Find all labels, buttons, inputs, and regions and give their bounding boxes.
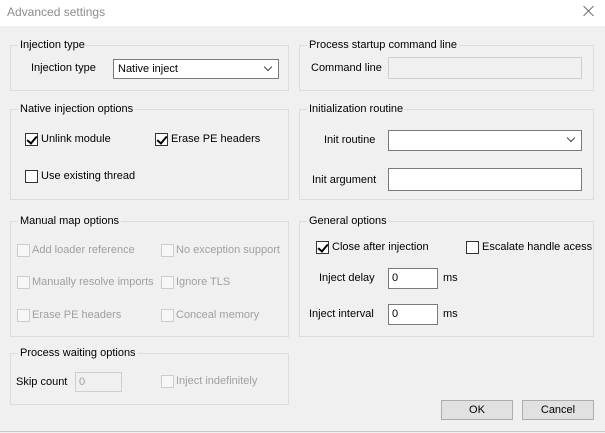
ignore-tls-checkbox[interactable] [161,276,174,289]
ignore-tls-label[interactable]: Ignore TLS [176,276,230,288]
process-waiting-legend: Process waiting options [18,347,138,359]
inject-delay-input[interactable]: 0 [388,268,438,289]
startup-cmd-group: Process startup command line Command lin… [299,39,594,91]
general-options-legend: General options [307,215,389,227]
injection-type-group: Injection type Injection type Native inj… [10,39,289,91]
erase-pe-headers-checkbox[interactable] [155,133,168,146]
command-line-input[interactable] [388,57,582,79]
chevron-down-icon [566,133,576,143]
manually-resolve-imports-checkbox[interactable] [17,276,30,289]
init-argument-input[interactable] [388,168,582,191]
skip-count-input[interactable]: 0 [75,372,122,392]
conceal-memory-checkbox[interactable] [161,309,174,322]
injection-type-value: Native inject [118,63,178,75]
process-waiting-group: Process waiting options Skip count 0 Inj… [10,347,289,405]
unlink-module-checkbox[interactable] [25,133,38,146]
general-options-group: General options Close after injection Es… [299,215,594,337]
injection-type-select[interactable]: Native inject [113,59,279,79]
inject-delay-unit: ms [443,272,458,284]
inject-delay-label: Inject delay [319,272,375,284]
init-argument-label: Init argument [312,174,377,186]
command-line-label: Command line [311,62,382,74]
native-injection-legend: Native injection options [18,103,136,115]
close-icon[interactable] [581,3,597,19]
divider [0,431,605,432]
escalate-handle-access-checkbox[interactable] [466,241,479,254]
inject-interval-value: 0 [392,308,399,320]
use-existing-thread-label[interactable]: Use existing thread [41,170,135,182]
mm-erase-pe-headers-label[interactable]: Erase PE headers [32,309,121,321]
init-routine-label: Init routine [324,134,376,146]
inject-indefinitely-checkbox[interactable] [161,375,174,388]
init-routine-select[interactable] [388,130,582,151]
injection-type-label: Injection type [31,62,96,74]
add-loader-reference-checkbox[interactable] [17,244,30,257]
skip-count-value: 0 [79,376,86,388]
unlink-module-label[interactable]: Unlink module [41,133,111,145]
add-loader-reference-label[interactable]: Add loader reference [32,244,135,256]
ok-button[interactable]: OK [441,400,513,420]
init-routine-legend: Initialization routine [307,103,406,115]
erase-pe-headers-label[interactable]: Erase PE headers [171,133,260,145]
init-routine-group: Initialization routine Init routine Init… [299,103,594,200]
manually-resolve-imports-label[interactable]: Manually resolve imports [32,276,154,288]
cancel-button[interactable]: Cancel [522,400,594,420]
window-title: Advanced settings [7,5,106,19]
inject-interval-label: Inject interval [309,308,374,320]
escalate-handle-access-label[interactable]: Escalate handle acess [482,241,592,253]
injection-type-legend: Injection type [18,39,87,51]
inject-delay-value: 0 [392,272,399,284]
inject-interval-input[interactable]: 0 [388,304,438,325]
no-exception-support-checkbox[interactable] [161,244,174,257]
use-existing-thread-checkbox[interactable] [25,170,38,183]
chevron-down-icon [263,62,273,72]
title-bar: Advanced settings [0,0,605,26]
conceal-memory-label[interactable]: Conceal memory [176,309,259,321]
native-injection-group: Native injection options Unlink module E… [10,103,289,200]
inject-interval-unit: ms [443,308,458,320]
close-after-injection-label[interactable]: Close after injection [332,241,429,253]
manual-map-group: Manual map options Add loader reference … [10,215,289,337]
no-exception-support-label[interactable]: No exception support [176,244,280,256]
mm-erase-pe-headers-checkbox[interactable] [17,309,30,322]
close-after-injection-checkbox[interactable] [316,241,329,254]
startup-cmd-legend: Process startup command line [307,39,459,51]
skip-count-label: Skip count [16,376,68,388]
manual-map-legend: Manual map options [18,215,122,227]
inject-indefinitely-label[interactable]: Inject indefinitely [176,375,257,387]
